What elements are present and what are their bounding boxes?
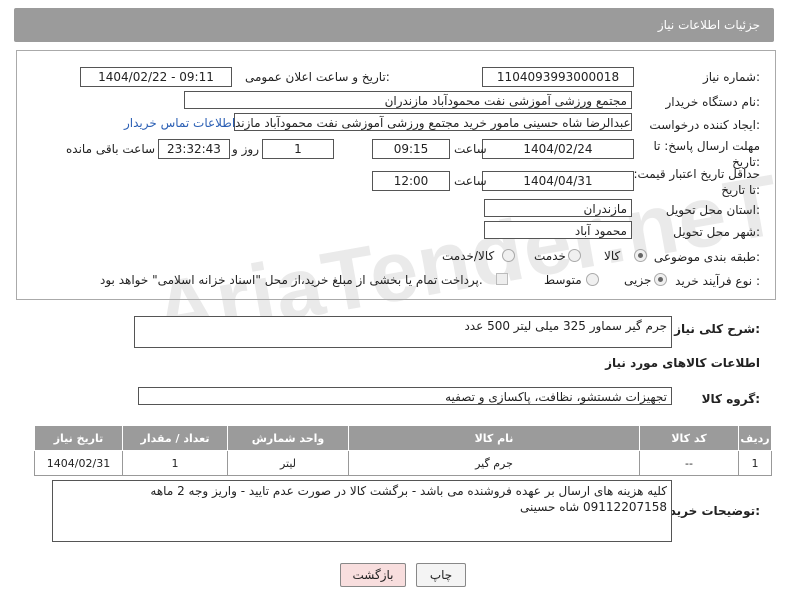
buyer-notes-field: کلیه هزینه های ارسال بر عهده فروشنده می … [52,480,672,542]
reply-date-field: 1404/02/24 [482,139,634,159]
category-radio-goods[interactable] [634,249,647,262]
announce-datetime-field: 1404/02/22 - 09:11 [80,67,232,87]
cell-qty: 1 [122,450,228,476]
process-radio-medium[interactable] [586,273,599,286]
print-button[interactable]: چاپ [416,563,466,587]
process-label: نوع فرآیند خرید : [675,274,760,288]
cell-name: جرم گیر [348,450,640,476]
need-number-field: 1104093993000018 [482,67,634,87]
goods-group-field: تجهیزات شستشو، نظافت، پاکسازی و تصفیه [138,387,672,405]
col-qty-header: تعداد / مقدار [122,425,228,451]
category-option-goods-service: کالا/خدمت [442,249,495,263]
goods-table: ردیف کد کالا نام کالا واحد شمارش تعداد /… [34,425,772,476]
col-date-header: تاریخ نیاز [34,425,123,451]
process-option-partial: جزیی [624,273,652,287]
need-number-label: شماره نیاز: [702,70,760,84]
price-validity-label: حداقل تاریخ اعتبار قیمت: تا تاریخ: [633,167,760,197]
goods-info-title: اطلاعات کالاهای مورد نیاز [605,356,760,370]
buyer-notes-line2: 09112207158 شاه حسینی [520,500,667,514]
buyer-org-field: مجتمع ورزشی آموزشی نفت محمودآباد مازندرا… [184,91,632,109]
table-header-row: ردیف کد کالا نام کالا واحد شمارش تعداد /… [34,425,772,451]
back-button[interactable]: بازگشت [340,563,406,587]
city-label: شهر محل تحویل: [673,225,760,239]
description-label: شرح کلی نیاز: [674,322,760,336]
category-option-goods: کالا [604,249,621,263]
col-row-header: ردیف [738,425,772,451]
cell-date: 1404/02/31 [34,450,123,476]
days-label: روز و [232,142,259,156]
buyer-org-label: نام دستگاه خریدار: [665,95,761,109]
province-label: استان محل تحویل: [665,203,760,217]
page-title: جزئیات اطلاعات نیاز [657,18,760,32]
table-row: 1 -- جرم گیر لیتر 1 1404/02/31 [34,450,772,476]
creator-label: ایجاد کننده درخواست: [649,118,760,132]
category-radio-goods-service[interactable] [502,249,515,262]
col-name-header: نام کالا [348,425,640,451]
announce-label: تاریخ و ساعت اعلان عمومی: [245,70,390,84]
treasury-payment-checkbox[interactable] [496,273,508,285]
treasury-payment-note: پرداخت تمام یا بخشی از مبلغ خرید،از محل … [100,273,483,287]
description-field: جرم گیر سماور 325 میلی لیتر 500 عدد [134,316,672,348]
cell-unit: لیتر [227,450,349,476]
category-option-service: خدمت [534,249,566,263]
province-field: مازندران [484,199,632,217]
col-unit-header: واحد شمارش [227,425,349,451]
process-radio-partial[interactable] [654,273,667,286]
category-radio-service[interactable] [568,249,581,262]
price-hour-field: 12:00 [372,171,450,191]
reply-hour-field: 09:15 [372,139,450,159]
price-date-field: 1404/04/31 [482,171,634,191]
city-field: محمود آباد [484,221,632,239]
remaining-time-field: 23:32:43 [158,139,230,159]
buyer-contact-link[interactable]: اطلاعات تماس خریدار [124,116,235,130]
process-option-medium: متوسط [544,273,582,287]
page-header: جزئیات اطلاعات نیاز [14,8,774,42]
creator-field: عبدالرضا شاه حسینی مامور خرید مجتمع ورزش… [234,113,632,131]
reply-hour-label: ساعت [454,142,487,156]
remaining-label: ساعت باقی مانده [66,142,156,156]
price-hour-label: ساعت [454,174,487,188]
col-code-header: کد کالا [639,425,739,451]
buyer-notes-label: توضیحات خریدار: [658,504,760,518]
goods-group-label: گروه کالا: [701,392,760,406]
buyer-notes-line1: کلیه هزینه های ارسال بر عهده فروشنده می … [150,484,667,498]
cell-row: 1 [738,450,772,476]
cell-code: -- [639,450,739,476]
days-field: 1 [262,139,334,159]
category-label: طبقه بندی موضوعی: [653,250,760,264]
